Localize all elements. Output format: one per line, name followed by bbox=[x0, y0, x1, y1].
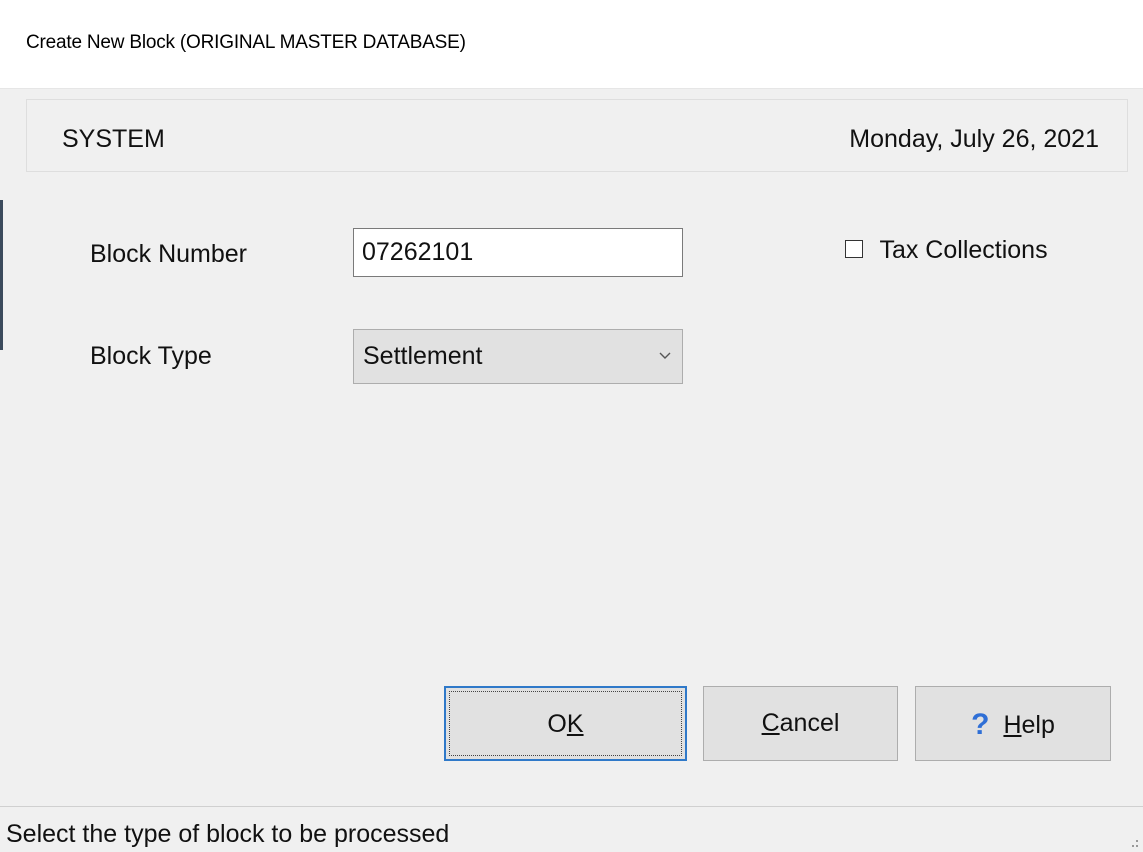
window-title: Create New Block (ORIGINAL MASTER DATABA… bbox=[26, 32, 466, 53]
current-date: Monday, July 26, 2021 bbox=[849, 125, 1099, 153]
block-type-selected-value: Settlement bbox=[363, 342, 483, 370]
block-number-label: Block Number bbox=[90, 240, 247, 268]
help-question-icon: ? bbox=[971, 708, 990, 741]
chevron-down-icon bbox=[659, 352, 671, 359]
checkbox-box[interactable] bbox=[845, 239, 863, 258]
status-text: Select the type of block to be processed bbox=[6, 820, 450, 848]
tax-collections-label[interactable]: Tax Collections bbox=[879, 236, 1047, 265]
cancel-button-label: Cancel bbox=[762, 709, 840, 737]
tax-collections-checkbox[interactable]: Tax Collections bbox=[845, 236, 1048, 266]
status-bar: Select the type of block to be processed bbox=[0, 806, 1143, 852]
ok-button[interactable]: OK bbox=[444, 686, 687, 761]
header-panel: SYSTEM Monday, July 26, 2021 bbox=[26, 99, 1128, 172]
window-edge bbox=[0, 200, 3, 350]
focus-ring bbox=[449, 691, 682, 756]
block-type-label: Block Type bbox=[90, 342, 212, 370]
block-number-input[interactable] bbox=[353, 228, 683, 277]
create-new-block-dialog: Create New Block (ORIGINAL MASTER DATABA… bbox=[0, 0, 1143, 852]
system-label: SYSTEM bbox=[62, 125, 165, 153]
help-button[interactable]: ? Help bbox=[915, 686, 1111, 761]
help-button-label: Help bbox=[1003, 711, 1054, 739]
cancel-label-post: ancel bbox=[779, 709, 840, 737]
cancel-label-accel: C bbox=[761, 709, 780, 737]
title-bar[interactable]: Create New Block (ORIGINAL MASTER DATABA… bbox=[0, 0, 1143, 89]
block-type-select[interactable]: Settlement bbox=[353, 329, 683, 384]
help-label-accel: H bbox=[1003, 711, 1022, 739]
cancel-button[interactable]: Cancel bbox=[703, 686, 898, 761]
help-label-post: elp bbox=[1021, 711, 1055, 739]
size-grip-icon[interactable] bbox=[1127, 837, 1139, 849]
